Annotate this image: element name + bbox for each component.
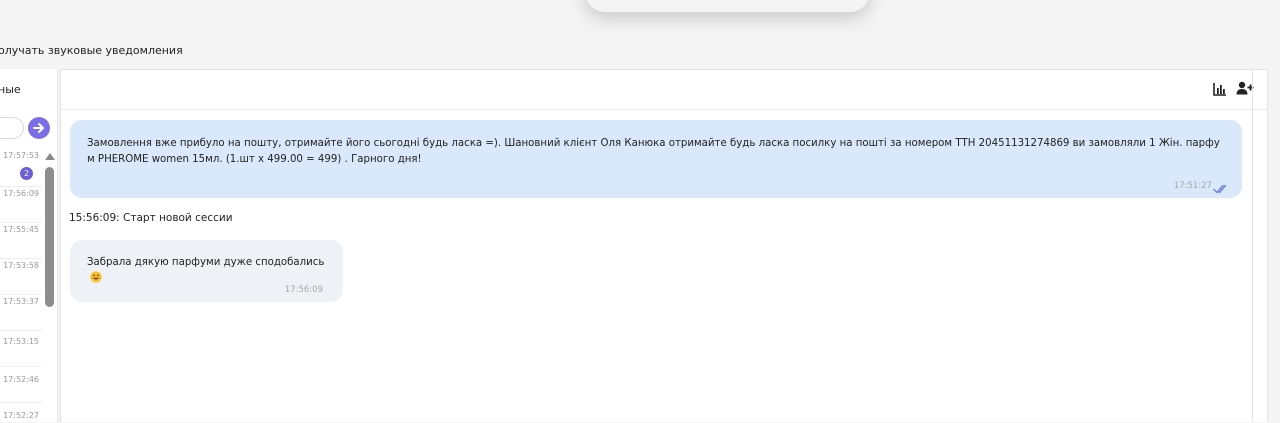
conversation-list-scrollbar[interactable] — [44, 153, 56, 422]
chat-header — [61, 70, 1267, 110]
double-check-icon — [1213, 184, 1227, 194]
list-item[interactable]: 17:53:58 — [0, 259, 42, 295]
list-item-time: 17:56:09 — [3, 189, 39, 198]
list-item-time: 17:52:46 — [3, 375, 39, 384]
list-item[interactable]: 17:53:37 — [0, 295, 42, 331]
list-item[interactable]: 17:55:45 — [0, 223, 42, 259]
smiling-face-emoji-icon — [90, 271, 102, 283]
session-start-line: 15:56:09: Старт новой сессии — [69, 212, 233, 224]
incoming-message: Забрала дякую парфуми дуже сподобались 1… — [70, 240, 343, 302]
outgoing-message-text: Замовлення вже прибуло на пошту, отримай… — [87, 138, 1220, 165]
incoming-message-time: 17:56:09 — [284, 285, 323, 295]
list-item[interactable]: 17:57:53 2 — [0, 151, 42, 187]
filter-label[interactable]: ные — [0, 83, 21, 96]
sound-notifications-label[interactable]: олучать звуковые уведомления — [0, 44, 183, 57]
list-item-time: 17:53:58 — [3, 261, 39, 270]
outgoing-message-time: 17:51:27 — [1173, 181, 1212, 191]
list-item-time: 17:55:45 — [3, 225, 39, 234]
chat-scroll-edge — [1252, 69, 1253, 422]
scrollbar-thumb[interactable] — [45, 167, 54, 307]
unread-badge: 2 — [20, 167, 33, 180]
list-item[interactable]: 17:56:09 — [0, 187, 42, 223]
bar-chart-icon[interactable] — [1213, 82, 1227, 96]
chat-panel: Замовлення вже прибуло на пошту, отримай… — [60, 69, 1268, 422]
list-item[interactable]: 17:53:15 — [0, 331, 42, 367]
scroll-up-arrow-icon[interactable] — [45, 153, 55, 160]
list-item-time: 17:53:15 — [3, 337, 39, 346]
arrow-right-icon — [33, 123, 44, 133]
list-item[interactable]: 17:52:27 — [0, 403, 42, 422]
chat-messages: Замовлення вже прибуло на пошту, отримай… — [61, 111, 1267, 423]
list-item-time: 17:53:37 — [3, 297, 39, 306]
top-popup-shadow — [585, 0, 870, 12]
conversation-search-input[interactable] — [0, 117, 24, 139]
outgoing-message: Замовлення вже прибуло на пошту, отримай… — [70, 120, 1242, 198]
conversation-list-panel: ные 17:57:53 2 17:56:09 17:55:45 17:53:5… — [0, 69, 58, 422]
incoming-message-text: Забрала дякую парфуми дуже сподобались — [87, 257, 325, 268]
list-item-time: 17:57:53 — [3, 151, 39, 160]
list-item[interactable]: 17:52:46 — [0, 367, 42, 403]
list-item-time: 17:52:27 — [3, 411, 39, 420]
search-go-button[interactable] — [28, 117, 50, 139]
